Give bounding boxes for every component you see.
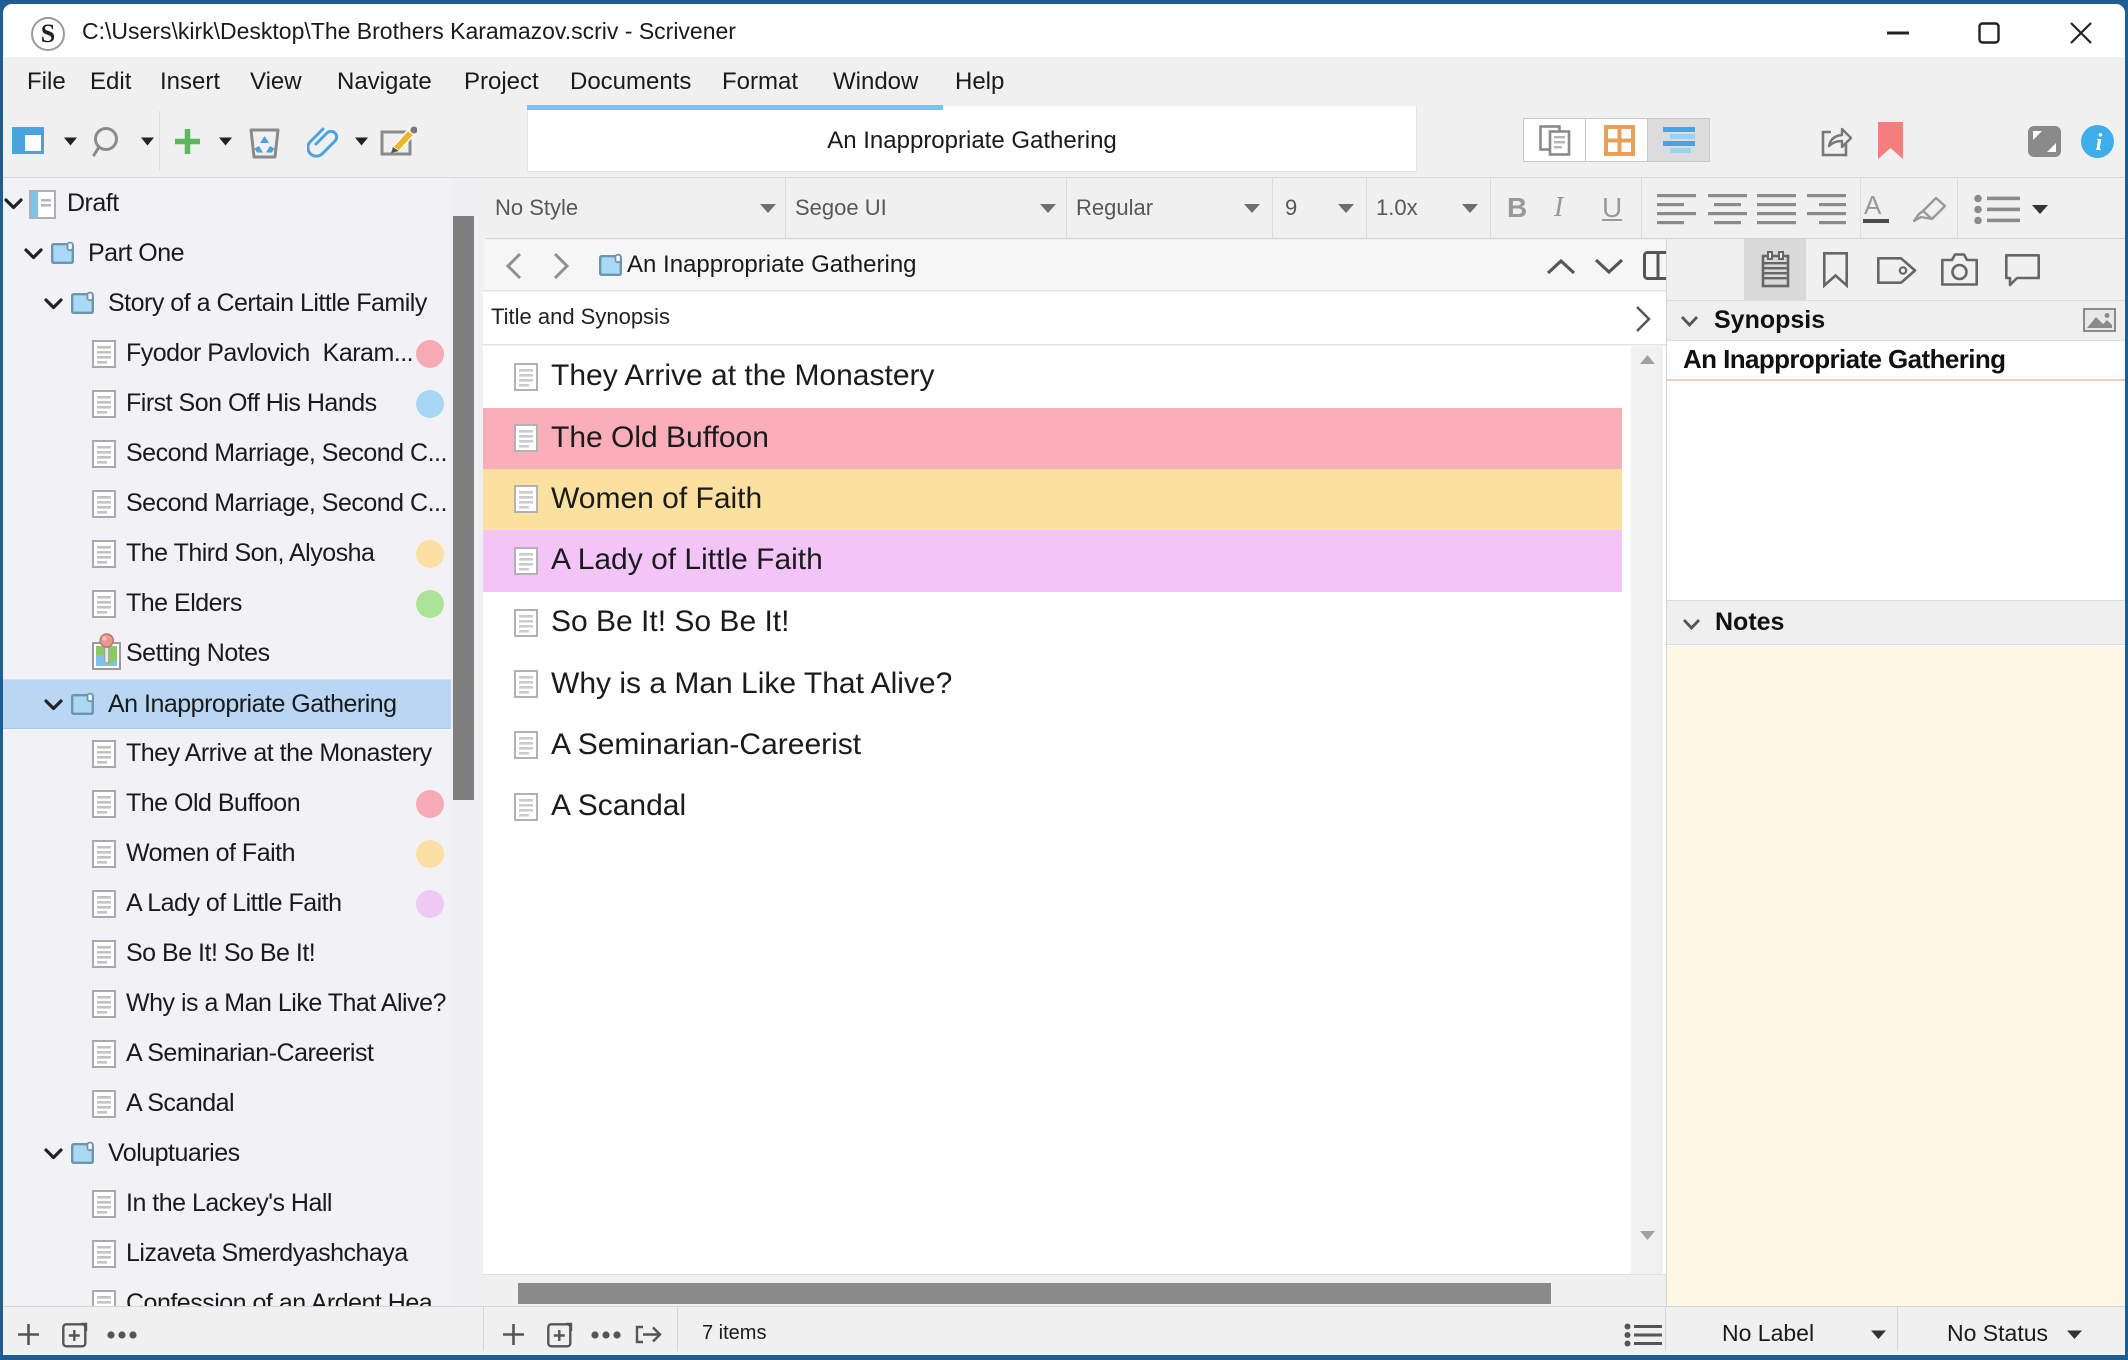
svg-text:i: i: [2096, 130, 2103, 156]
